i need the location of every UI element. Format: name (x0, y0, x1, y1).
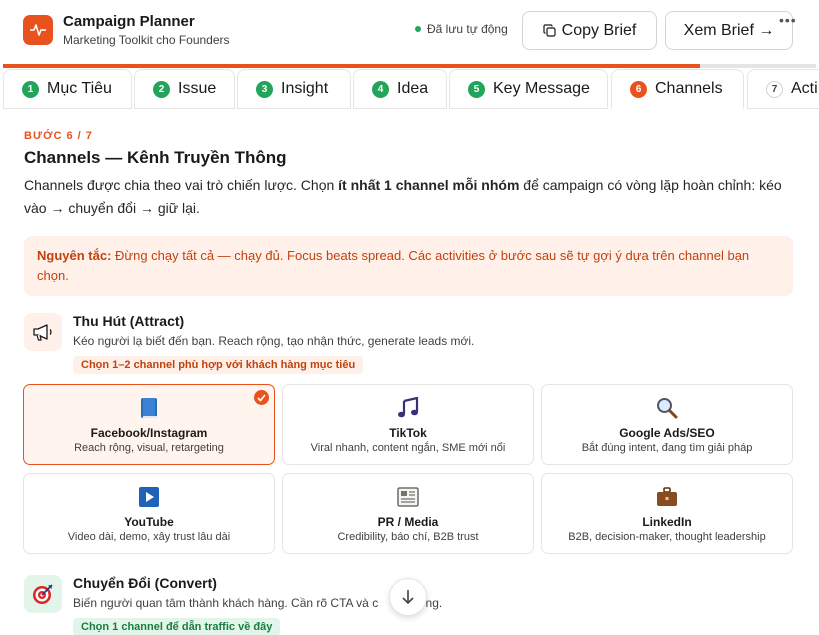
tab-label: Channels (655, 80, 723, 97)
channel-name: Facebook/Instagram (90, 426, 208, 440)
tab-muc-tieu[interactable]: 1 Mục Tiêu (3, 69, 132, 109)
convert-description: Biến người quan tâm thành khách hàng. Cầ… (73, 596, 442, 610)
channel-name: TikTok (389, 426, 427, 440)
tab-label: Mục Tiêu (47, 80, 112, 97)
desc-text: Channels được chia theo vai trò chiến lư… (24, 177, 339, 193)
more-options-icon[interactable]: ••• (779, 12, 797, 28)
channel-name: PR / Media (377, 515, 439, 529)
channel-card-tiktok[interactable]: TikTok Viral nhanh, content ngắn, SME mớ… (282, 384, 534, 465)
channel-name: Google Ads/SEO (619, 426, 715, 440)
step-indicator: BƯỚC 6 / 7 (24, 130, 93, 142)
tab-issue[interactable]: 2 Issue (134, 69, 235, 109)
channel-subtitle: Reach rộng, visual, retargeting (74, 442, 224, 454)
attract-hint-badge: Chọn 1–2 channel phù hợp với khách hàng … (73, 356, 364, 374)
channel-subtitle: B2B, decision-maker, thought leadership (568, 531, 766, 543)
tab-label: Insight (281, 80, 329, 97)
channel-card-linkedin[interactable]: LinkedIn B2B, decision-maker, thought le… (541, 473, 793, 554)
tab-number: 7 (766, 80, 783, 98)
tab-label: Acti (791, 80, 818, 97)
tab-number: 2 (153, 80, 170, 98)
channel-subtitle: Video dài, demo, xây trust lâu dài (67, 531, 231, 543)
tab-idea[interactable]: 4 Idea (353, 69, 447, 109)
pulse-logo-icon (23, 15, 53, 45)
tab-label: Key Message (493, 80, 590, 97)
tab-number: 3 (256, 80, 273, 98)
step-tabs: 1 Mục Tiêu 2 Issue 3 Insight 4 Idea 5 Ke… (0, 69, 819, 109)
app-title: Campaign Planner (63, 13, 195, 30)
step-description: Channels được chia theo vai trò chiến lư… (24, 174, 794, 220)
desc-emphasis: ít nhất 1 channel mỗi nhóm (338, 177, 520, 193)
channel-subtitle: Credibility, báo chí, B2B trust (337, 531, 479, 543)
channel-name: LinkedIn (642, 515, 692, 529)
tab-number: 4 (372, 80, 389, 98)
progress-bar (3, 64, 816, 68)
principle-callout: Nguyên tắc: Đừng chạy tất cả — chạy đủ. … (24, 236, 793, 296)
page-title: Channels — Kênh Truyền Thông (24, 148, 287, 167)
tab-label: Issue (178, 80, 217, 97)
channel-card-facebook-instagram[interactable]: Facebook/Instagram Reach rộng, visual, r… (23, 384, 275, 465)
app-subtitle: Marketing Toolkit cho Founders (63, 33, 230, 47)
tab-key-message[interactable]: 5 Key Message (449, 69, 608, 109)
callout-text: Đừng chạy tất cả — chạy đủ. Focus beats … (37, 248, 750, 283)
app-header: Campaign Planner Marketing Toolkit cho F… (0, 0, 819, 64)
target-icon (24, 575, 62, 613)
copy-brief-button[interactable]: Copy Brief (522, 11, 657, 50)
convert-title: Chuyển Đổi (Convert) (73, 575, 217, 591)
tab-channels[interactable]: 6 Channels (611, 69, 744, 109)
scroll-down-button[interactable] (389, 578, 427, 616)
channel-card-youtube[interactable]: YouTube Video dài, demo, xây trust lâu d… (23, 473, 275, 554)
tab-number: 5 (468, 80, 485, 98)
newspaper-icon (283, 484, 533, 510)
attract-title: Thu Hút (Attract) (73, 313, 185, 329)
attract-description: Kéo người lạ biết đến bạn. Reach rộng, t… (73, 334, 475, 348)
channel-card-pr-media[interactable]: PR / Media Credibility, báo chí, B2B tru… (282, 473, 534, 554)
megaphone-icon (24, 313, 62, 351)
status-dot-icon (415, 26, 421, 32)
book-icon (24, 395, 274, 421)
music-note-icon (283, 395, 533, 421)
tab-number: 6 (630, 80, 647, 98)
convert-hint-badge: Chọn 1 channel để dẫn traffic về đây (73, 618, 281, 635)
view-brief-label: Xem Brief → (683, 21, 775, 39)
progress-fill (3, 64, 700, 68)
play-icon (24, 484, 274, 510)
tab-number: 1 (22, 80, 39, 98)
magnifier-icon (542, 395, 792, 421)
copy-icon (543, 24, 556, 37)
channel-card-google-ads-seo[interactable]: Google Ads/SEO Bắt đúng intent, đang tìm… (541, 384, 793, 465)
channel-subtitle: Viral nhanh, content ngắn, SME mới nổi (310, 442, 506, 454)
autosave-status: Đã lưu tự động (415, 22, 508, 36)
arrow-down-icon (402, 590, 414, 605)
callout-label: Nguyên tắc: (37, 248, 112, 263)
channel-name: YouTube (124, 515, 174, 529)
tab-insight[interactable]: 3 Insight (237, 69, 351, 109)
autosave-label: Đã lưu tự động (427, 22, 508, 36)
channel-subtitle: Bắt đúng intent, đang tìm giải pháp (581, 442, 753, 454)
briefcase-icon (542, 484, 792, 510)
tab-label: Idea (397, 80, 429, 97)
convert-desc-text: Biến người quan tâm thành khách hàng. Cầ… (73, 596, 379, 610)
copy-brief-label: Copy Brief (561, 21, 637, 39)
view-brief-button[interactable]: Xem Brief → (665, 11, 793, 50)
tab-activities[interactable]: 7 Acti (747, 69, 819, 109)
